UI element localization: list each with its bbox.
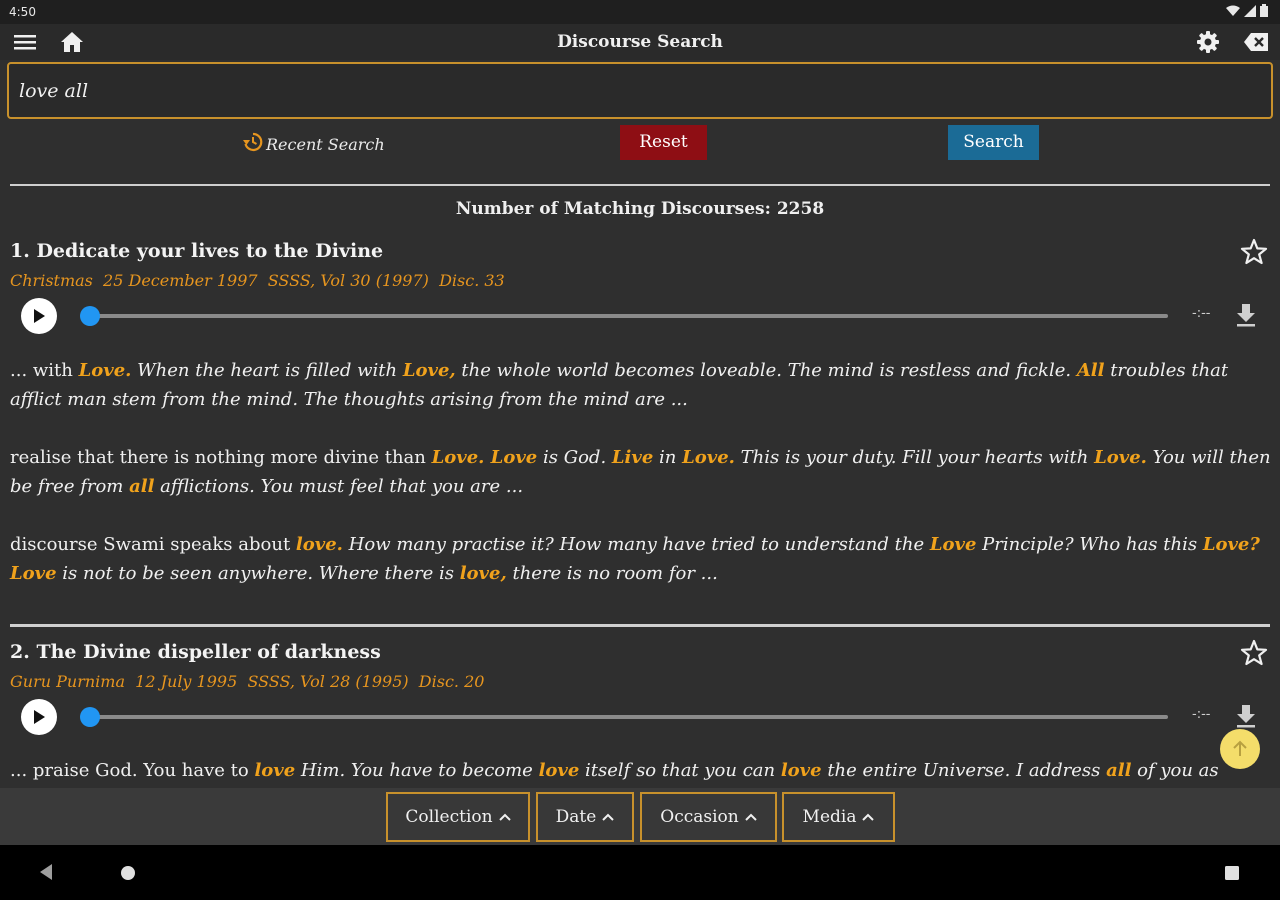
history-icon: [243, 132, 263, 156]
filter-media[interactable]: Media: [782, 792, 895, 842]
audio-duration: -:--: [1192, 707, 1211, 722]
highlighted-term: love: [780, 760, 822, 781]
filter-label: Collection: [405, 807, 493, 827]
result-title[interactable]: 1. Dedicate your lives to the Divine: [10, 240, 383, 262]
highlighted-term: Love.: [1094, 447, 1147, 468]
snippet-text: afflictions. You must feel that you are …: [154, 476, 524, 497]
snippet-text: the whole world becomes loveable. The mi…: [455, 360, 1077, 381]
highlighted-term: love,: [459, 563, 507, 584]
snippet-text: is not to be seen anywhere. Where there …: [56, 563, 460, 584]
snippet-text: is God.: [537, 447, 612, 468]
signal-icon: [1244, 4, 1256, 20]
clear-text-icon[interactable]: [1241, 27, 1271, 57]
filter-occasion[interactable]: Occasion: [640, 792, 777, 842]
audio-seek-bar[interactable]: [90, 715, 1168, 719]
highlighted-term: all: [129, 476, 155, 497]
chevron-up-icon: [498, 813, 511, 821]
snippet-text: When the heart is filled with: [131, 360, 403, 381]
home-nav-icon[interactable]: [120, 865, 136, 885]
status-time: 4:50: [9, 5, 36, 19]
result-snippet: ... with Love. When the heart is filled …: [10, 356, 1272, 414]
search-field-container: [7, 62, 1273, 119]
highlighted-term: Love.: [682, 447, 735, 468]
star-icon[interactable]: [1240, 238, 1268, 270]
result-snippet: realise that there is nothing more divin…: [10, 443, 1272, 501]
highlighted-term: Love: [929, 534, 977, 555]
status-bar: 4:50: [0, 0, 1280, 24]
search-button[interactable]: Search: [948, 125, 1039, 160]
snippet-text: realise that there is nothing more divin…: [10, 447, 432, 468]
play-button[interactable]: [21, 298, 57, 334]
highlighted-term: Live: [611, 447, 654, 468]
snippet-text: How many practise it? How many have trie…: [342, 534, 930, 555]
result-snippet: ... praise God. You have to love Him. Yo…: [10, 756, 1272, 785]
snippet-text: Principle? Who has this: [976, 534, 1203, 555]
highlighted-term: love: [254, 760, 296, 781]
wifi-icon: [1226, 5, 1240, 20]
snippet-text: of you as: [1131, 760, 1219, 781]
download-icon[interactable]: [1234, 302, 1258, 332]
snippet-text: discourse Swami speaks about: [10, 534, 296, 555]
back-icon[interactable]: [38, 863, 54, 885]
highlighted-term: Love. Love: [431, 447, 538, 468]
battery-icon: [1260, 4, 1268, 20]
filter-date[interactable]: Date: [536, 792, 634, 842]
seek-thumb[interactable]: [80, 306, 100, 326]
app-bar: Discourse Search: [0, 24, 1280, 60]
snippet-text: ... with: [10, 360, 79, 381]
snippet-text: This is your duty. Fill your hearts with: [734, 447, 1095, 468]
filter-label: Media: [802, 807, 857, 827]
snippet-text: itself so that you can: [579, 760, 781, 781]
reset-button[interactable]: Reset: [620, 125, 707, 160]
result-divider: [10, 624, 1270, 627]
highlighted-term: all: [1106, 760, 1132, 781]
play-button[interactable]: [21, 699, 57, 735]
audio-player: -:--: [0, 298, 1280, 336]
chevron-up-icon: [862, 813, 875, 821]
audio-player: -:--: [0, 699, 1280, 737]
highlighted-term: Love,: [402, 360, 456, 381]
system-icons: [1226, 4, 1268, 20]
audio-seek-bar[interactable]: [90, 314, 1168, 318]
filter-label: Occasion: [660, 807, 739, 827]
highlighted-term: love: [538, 760, 580, 781]
snippet-text: ... praise God. You have to: [10, 760, 255, 781]
gear-icon[interactable]: [1193, 27, 1223, 57]
filter-label: Date: [555, 807, 597, 827]
play-icon: [34, 309, 45, 323]
scroll-to-top-button[interactable]: [1220, 729, 1260, 769]
arrow-up-icon: [1233, 740, 1247, 756]
result-title[interactable]: 2. The Divine dispeller of darkness: [10, 641, 381, 663]
audio-duration: -:--: [1192, 306, 1211, 321]
snippet-text: in: [653, 447, 683, 468]
matching-count: Number of Matching Discourses: 2258: [455, 199, 825, 219]
play-icon: [34, 710, 45, 724]
snippet-text: there is no room for ...: [506, 563, 718, 584]
result-meta: Guru Purnima 12 July 1995 SSSS, Vol 28 (…: [10, 672, 485, 691]
system-navigation-bar: [0, 845, 1280, 900]
recent-search-label: Recent Search: [266, 134, 385, 154]
highlighted-term: Love.: [78, 360, 132, 381]
divider: [10, 184, 1270, 186]
snippet-text: the entire Universe. I address: [821, 760, 1107, 781]
page-title: Discourse Search: [557, 32, 723, 52]
chevron-up-icon: [745, 813, 757, 821]
recent-search-button[interactable]: Recent Search: [243, 132, 385, 156]
filter-bar: Collection Date Occasion Media: [0, 788, 1280, 845]
highlighted-term: love.: [295, 534, 343, 555]
highlighted-term: All: [1076, 360, 1105, 381]
chevron-up-icon: [602, 813, 615, 821]
snippet-text: Him. You have to become: [295, 760, 539, 781]
result-meta: Christmas 25 December 1997 SSSS, Vol 30 …: [10, 271, 505, 290]
recents-icon[interactable]: [1224, 865, 1240, 885]
search-input[interactable]: [19, 76, 1249, 106]
filter-collection[interactable]: Collection: [386, 792, 530, 842]
result-snippet: discourse Swami speaks about love. How m…: [10, 530, 1272, 588]
seek-thumb[interactable]: [80, 707, 100, 727]
star-icon[interactable]: [1240, 639, 1268, 671]
